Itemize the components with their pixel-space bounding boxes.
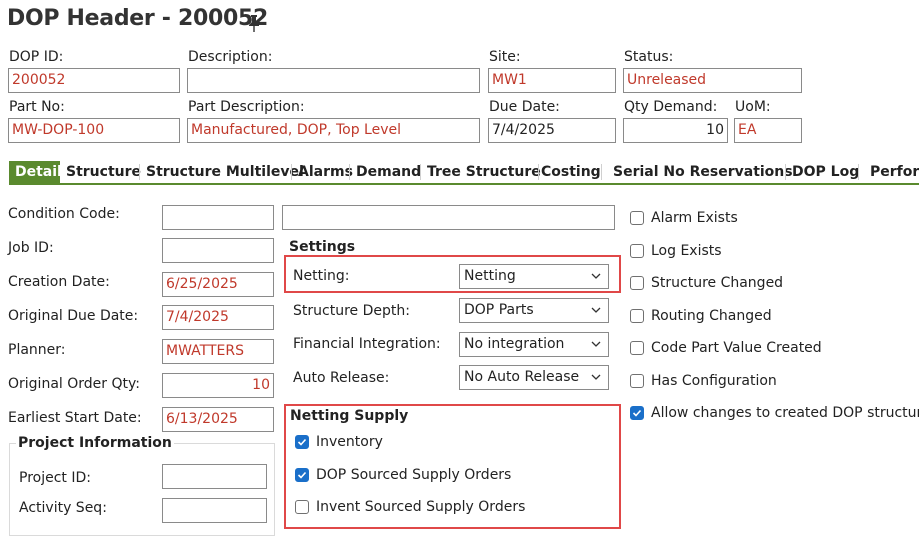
financial-integration-select[interactable]: No integration (459, 332, 609, 357)
due-date-field[interactable]: 7/4/2025 (488, 118, 616, 143)
description-label: Description: (188, 49, 273, 65)
creation-date-label: Creation Date: (8, 274, 110, 290)
site-field[interactable]: MW1 (488, 68, 616, 93)
alarm-exists-checkbox[interactable] (630, 211, 644, 225)
original-order-qty-label: Original Order Qty: (8, 376, 140, 392)
auto-release-select[interactable]: No Auto Release (459, 365, 609, 390)
earliest-start-date-label: Earliest Start Date: (8, 410, 142, 426)
uom-field[interactable]: EA (734, 118, 802, 143)
netting-select-value: Netting (464, 268, 516, 284)
original-order-qty-field[interactable]: 10 (162, 373, 274, 398)
creation-date-field[interactable]: 6/25/2025 (162, 272, 274, 297)
project-information-title: Project Information (16, 435, 174, 451)
netting-select[interactable]: Netting (459, 264, 609, 289)
invent-sourced-label: Invent Sourced Supply Orders (316, 499, 526, 515)
log-exists-checkbox[interactable] (630, 244, 644, 258)
project-id-field[interactable] (162, 464, 267, 489)
tab-structure[interactable]: Structure (60, 161, 147, 183)
condition-code-label: Condition Code: (8, 206, 120, 222)
chevron-down-icon (591, 273, 601, 279)
activity-seq-field[interactable] (162, 498, 267, 523)
page-title: DOP Header - 200052 (7, 6, 269, 31)
has-configuration-label: Has Configuration (651, 373, 777, 389)
code-part-value-created-label: Code Part Value Created (651, 340, 822, 356)
alarm-exists-label: Alarm Exists (651, 210, 738, 226)
status-label: Status: (624, 49, 674, 65)
condition-code-field[interactable] (162, 205, 274, 230)
dop-id-label: DOP ID: (9, 49, 64, 65)
job-id-label: Job ID: (8, 240, 54, 256)
tab-demand[interactable]: Demand (350, 161, 427, 183)
qty-demand-label: Qty Demand: (624, 99, 718, 115)
original-due-date-label: Original Due Date: (8, 308, 139, 324)
inventory-label: Inventory (316, 434, 383, 450)
structure-changed-label: Structure Changed (651, 275, 784, 291)
planner-field[interactable]: MWATTERS (162, 339, 274, 364)
structure-depth-select-value: DOP Parts (464, 302, 534, 318)
description-field[interactable] (187, 68, 480, 93)
dop-sourced-label: DOP Sourced Supply Orders (316, 467, 512, 483)
due-date-label: Due Date: (489, 99, 560, 115)
tab-serial-no-reservations[interactable]: Serial No Reservations (607, 161, 799, 183)
tab-dop-log[interactable]: DOP Log (786, 161, 865, 183)
condition-code-description-field[interactable] (282, 205, 615, 230)
auto-release-select-value: No Auto Release (464, 369, 580, 385)
chevron-down-icon (591, 341, 601, 347)
structure-depth-select[interactable]: DOP Parts (459, 298, 609, 323)
earliest-start-date-field[interactable]: 6/13/2025 (162, 407, 274, 432)
routing-changed-checkbox[interactable] (630, 309, 644, 323)
tab-costing[interactable]: Costing (535, 161, 607, 183)
uom-label: UoM: (735, 99, 771, 115)
netting-supply-title: Netting Supply (290, 408, 409, 424)
settings-title: Settings (289, 239, 356, 255)
project-id-label: Project ID: (19, 470, 91, 486)
qty-demand-field[interactable]: 10 (623, 118, 728, 143)
activity-seq-label: Activity Seq: (19, 500, 107, 516)
part-no-field[interactable]: MW-DOP-100 (8, 118, 180, 143)
tab-detail[interactable]: Detail (9, 161, 62, 183)
part-description-field[interactable]: Manufactured, DOP, Top Level (187, 118, 480, 143)
inventory-checkbox[interactable] (295, 435, 309, 449)
chevron-down-icon (591, 307, 601, 313)
dop-id-field[interactable]: 200052 (8, 68, 180, 93)
chevron-down-icon (591, 374, 601, 380)
part-no-label: Part No: (9, 99, 65, 115)
tab-tree-structure[interactable]: Tree Structure (421, 161, 547, 183)
code-part-value-created-checkbox[interactable] (630, 341, 644, 355)
structure-changed-checkbox[interactable] (630, 276, 644, 290)
auto-release-label: Auto Release: (293, 370, 390, 386)
allow-changes-label: Allow changes to created DOP structure (651, 405, 919, 421)
netting-label: Netting: (293, 268, 350, 284)
status-field[interactable]: Unreleased (623, 68, 802, 93)
tab-structure-multilevel[interactable]: Structure Multilevel (140, 161, 310, 183)
financial-integration-label: Financial Integration: (293, 336, 441, 352)
site-label: Site: (489, 49, 521, 65)
planner-label: Planner: (8, 342, 66, 358)
tab-performance[interactable]: Perfor (864, 161, 919, 183)
structure-depth-label: Structure Depth: (293, 303, 410, 319)
allow-changes-checkbox[interactable] (630, 406, 644, 420)
log-exists-label: Log Exists (651, 243, 722, 259)
pin-icon[interactable] (246, 14, 262, 32)
job-id-field[interactable] (162, 238, 274, 263)
financial-integration-select-value: No integration (464, 336, 565, 352)
dop-sourced-checkbox[interactable] (295, 468, 309, 482)
tab-underline (9, 183, 919, 185)
part-description-label: Part Description: (188, 99, 305, 115)
original-due-date-field[interactable]: 7/4/2025 (162, 305, 274, 330)
has-configuration-checkbox[interactable] (630, 374, 644, 388)
invent-sourced-checkbox[interactable] (295, 500, 309, 514)
tab-bar: Detail Structure Structure Multilevel Al… (9, 161, 919, 183)
routing-changed-label: Routing Changed (651, 308, 772, 324)
